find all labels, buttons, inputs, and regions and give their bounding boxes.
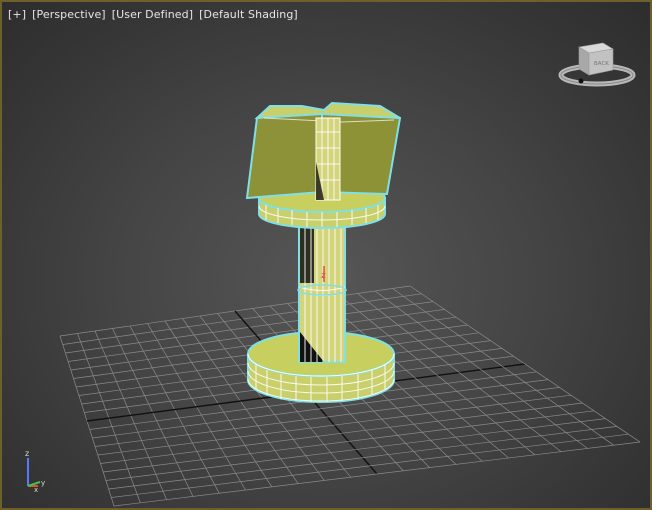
- grid-line: [108, 426, 618, 490]
- head-block[interactable]: [245, 101, 402, 201]
- center-column[interactable]: [297, 221, 347, 363]
- tripod-z-label: z: [25, 449, 29, 458]
- perspective-viewport[interactable]: [+] [Perspective] [User Defined] [Default S…: [0, 0, 652, 510]
- tripod-y-label: y: [41, 479, 45, 487]
- axis-tripod-icon: z x y: [25, 449, 45, 494]
- scene-canvas[interactable]: z: [2, 2, 650, 508]
- tripod-x-label: x: [34, 486, 38, 494]
- pivot-z-label: z: [321, 271, 326, 281]
- selected-object[interactable]: [245, 101, 402, 403]
- viewcube-icon[interactable]: BACK: [557, 37, 637, 97]
- grid-line: [392, 288, 614, 446]
- viewcube-face-label: BACK: [594, 61, 609, 67]
- grid-line: [409, 285, 641, 443]
- grid-line: [105, 418, 606, 481]
